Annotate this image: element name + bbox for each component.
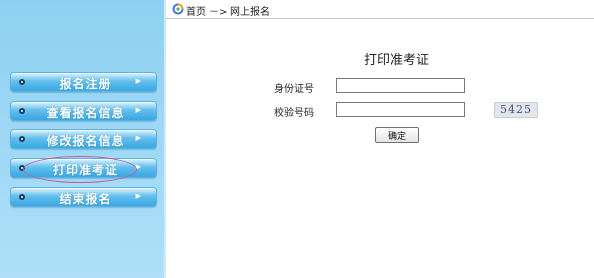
verify-code-input[interactable] <box>336 102 465 117</box>
sidebar: 报名注册 ▶ 查看报名信息 ▶ 修改报名信息 ▶ 打印准考证 ▶ 结束报名 ▶ <box>0 0 166 278</box>
breadcrumb-home-link[interactable]: 首页 <box>186 3 206 18</box>
arrow-right-icon: ▶ <box>135 192 141 200</box>
breadcrumb: 首页 －> 网上报名 <box>166 0 594 19</box>
bullet-icon <box>19 194 25 200</box>
bullet-icon <box>19 165 25 171</box>
bullet-icon <box>19 136 25 142</box>
confirm-button[interactable]: 确定 <box>375 127 419 143</box>
sidebar-item-label: 报名注册 <box>59 77 112 91</box>
arrow-right-icon: ▶ <box>135 134 141 142</box>
sidebar-item-label: 结束报名 <box>59 192 112 206</box>
sidebar-item-view-info[interactable]: 查看报名信息 ▶ <box>10 101 157 121</box>
bullet-icon <box>19 108 25 114</box>
id-number-label: 身份证号 <box>274 84 314 95</box>
sidebar-item-print-ticket[interactable]: 打印准考证 ▶ <box>10 158 157 178</box>
page-title: 打印准考证 <box>364 53 430 68</box>
sidebar-item-label: 查看报名信息 <box>46 106 125 120</box>
sidebar-item-register[interactable]: 报名注册 ▶ <box>10 72 157 92</box>
breadcrumb-current: 网上报名 <box>230 7 270 18</box>
arrow-right-icon: ▶ <box>135 77 141 85</box>
verify-code-label: 校验号码 <box>274 108 314 119</box>
sidebar-item-label: 打印准考证 <box>52 163 118 177</box>
home-icon <box>172 3 184 15</box>
bullet-icon <box>19 79 25 85</box>
arrow-right-icon: ▶ <box>135 163 141 171</box>
sidebar-item-label: 修改报名信息 <box>46 134 125 148</box>
arrow-right-icon: ▶ <box>135 106 141 114</box>
breadcrumb-separator: －> <box>209 7 228 18</box>
sidebar-item-edit-info[interactable]: 修改报名信息 ▶ <box>10 129 157 149</box>
id-number-input[interactable] <box>336 78 465 93</box>
sidebar-item-finish[interactable]: 结束报名 ▶ <box>10 187 157 207</box>
captcha-image[interactable]: 5425 <box>494 102 538 118</box>
